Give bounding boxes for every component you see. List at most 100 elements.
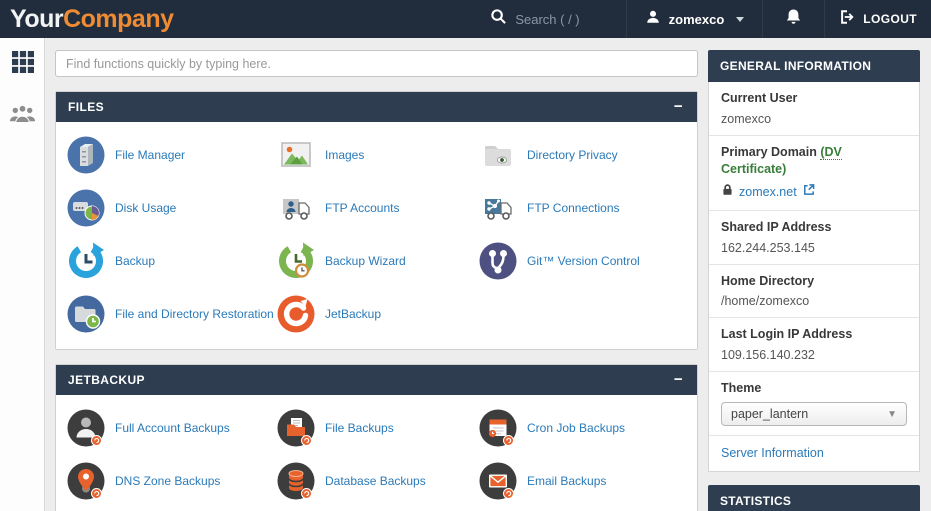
email-backups-icon [478,461,518,501]
app-label: Git™ Version Control [527,254,640,268]
company-logo: YourCompany [0,0,174,38]
theme-selected-value: paper_lantern [731,407,808,421]
app-dns-zone-backups[interactable]: DNS Zone Backups [66,458,276,504]
home-directory-row: Home Directory /home/zomexco [709,265,919,319]
quick-find-input[interactable] [55,50,698,77]
app-jetbackup[interactable]: JetBackup [276,291,478,337]
app-label: Directory Privacy [527,148,618,162]
jetbackup-section-body: Full Account Backups File Backups Cron J… [56,395,697,511]
app-backup-wizard[interactable]: Backup Wizard [276,238,478,284]
git-version-control-icon [478,241,518,281]
backup-icon [66,241,106,281]
app-label: JetBackup [325,307,381,321]
app-label: Email Backups [527,474,606,488]
files-section: FILES − File Manager Images Directo [55,91,698,350]
notifications-button[interactable] [762,0,824,38]
app-label: Backup [115,254,155,268]
last-login-label: Last Login IP Address [721,326,907,343]
statistics-header: STATISTICS [708,485,920,511]
users-group-icon [9,103,36,130]
logout-label: LOGOUT [863,12,917,26]
app-email-backups[interactable]: Email Backups [478,458,687,504]
database-backups-icon [276,461,316,501]
file-manager-icon [66,135,106,175]
search-icon [490,8,507,30]
shared-ip-value: 162.244.253.145 [721,241,907,255]
full-account-backups-icon [66,408,106,448]
files-section-title: FILES [68,100,104,114]
dns-zone-backups-icon [66,461,106,501]
chevron-down-icon: ▼ [887,409,897,420]
collapse-icon[interactable]: − [672,102,685,112]
general-information-header: GENERAL INFORMATION [708,50,920,82]
sidebar-item-tools[interactable] [0,38,45,90]
file-backups-icon [276,408,316,448]
sidebar-item-users[interactable] [0,90,45,142]
logout-button[interactable]: LOGOUT [824,0,931,38]
cron-job-backups-icon [478,408,518,448]
username: zomexco [669,12,725,27]
general-information-body: Current User zomexco Primary Domain (DVC… [708,82,920,472]
app-cron-job-backups[interactable]: Cron Job Backups [478,405,687,451]
ftp-connections-icon [478,188,518,228]
app-disk-usage[interactable]: Disk Usage [66,185,276,231]
right-sidebar: GENERAL INFORMATION Current User zomexco… [708,38,920,511]
app-label: Images [325,148,364,162]
top-navbar: YourCompany Search ( / ) zomexco LOGOUT [0,0,931,38]
app-label: Full Account Backups [115,421,230,435]
jetbackup-section-title: JETBACKUP [68,373,145,387]
files-section-body: File Manager Images Directory Privacy Di… [56,122,697,349]
collapse-icon[interactable]: − [672,375,685,385]
app-label: Backup Wizard [325,254,406,268]
main-content: FILES − File Manager Images Directo [55,38,698,511]
app-directory-privacy[interactable]: Directory Privacy [478,132,687,178]
file-restoration-icon [66,294,106,334]
app-label: File Backups [325,421,394,435]
external-link-icon[interactable] [802,183,815,201]
theme-select[interactable]: paper_lantern ▼ [721,402,907,426]
server-information-link[interactable]: Server Information [721,446,824,460]
grid-icon [11,50,35,79]
app-ftp-accounts[interactable]: FTP Accounts [276,185,478,231]
app-file-backups[interactable]: File Backups [276,405,478,451]
app-full-account-backups[interactable]: Full Account Backups [66,405,276,451]
app-label: Disk Usage [115,201,176,215]
current-user-value: zomexco [721,112,907,126]
images-icon [276,135,316,175]
user-menu[interactable]: zomexco [626,0,763,38]
navbar-search[interactable]: Search ( / ) [472,0,625,38]
app-ftp-connections[interactable]: FTP Connections [478,185,687,231]
app-label: Database Backups [325,474,426,488]
app-file-restoration[interactable]: File and Directory Restoration [66,291,276,337]
app-label: DNS Zone Backups [115,474,220,488]
logo-part-1: Your [10,5,63,33]
primary-domain-row: Primary Domain (DVCertificate) zomex.net [709,136,919,211]
jetbackup-section: JETBACKUP − Full Account Backups File Ba… [55,364,698,511]
app-file-manager[interactable]: File Manager [66,132,276,178]
jetbackup-section-header: JETBACKUP − [56,365,697,395]
app-label: FTP Connections [527,201,620,215]
app-git-version-control[interactable]: Git™ Version Control [478,238,687,284]
last-login-row: Last Login IP Address 109.156.140.232 [709,318,919,372]
app-label: Cron Job Backups [527,421,625,435]
last-login-value: 109.156.140.232 [721,348,907,362]
theme-row: Theme paper_lantern ▼ [709,372,919,436]
disk-usage-icon [66,188,106,228]
current-user-row: Current User zomexco [709,82,919,136]
chevron-down-icon [736,17,744,22]
user-icon [645,9,661,29]
primary-domain-label: Primary Domain (DVCertificate) [721,144,907,178]
jetbackup-icon [276,294,316,334]
lock-icon [721,183,734,201]
app-database-backups[interactable]: Database Backups [276,458,478,504]
primary-domain-link[interactable]: zomex.net [739,185,797,199]
logout-icon [839,9,855,30]
shared-ip-row: Shared IP Address 162.244.253.145 [709,211,919,265]
files-section-header: FILES − [56,92,697,122]
app-label: File and Directory Restoration [115,307,274,321]
logo-part-2: Company [63,5,173,33]
app-backup[interactable]: Backup [66,238,276,284]
current-user-label: Current User [721,90,907,107]
app-label: File Manager [115,148,185,162]
app-images[interactable]: Images [276,132,478,178]
